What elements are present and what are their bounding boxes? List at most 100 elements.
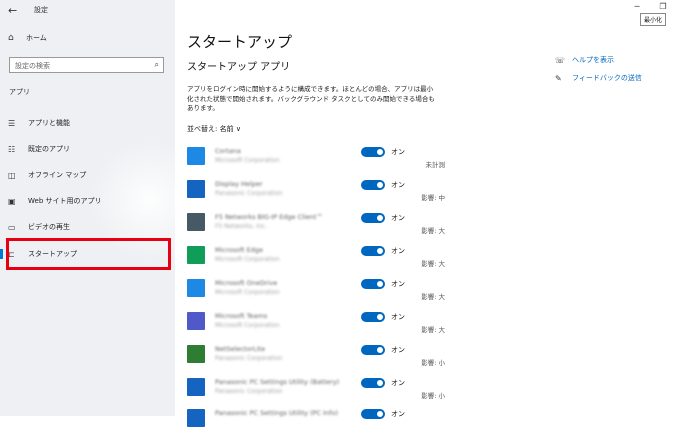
startup-app-row: NetSelectorLite Panasonic Corporation オン… — [187, 341, 445, 373]
startup-toggle[interactable] — [361, 378, 385, 388]
back-arrow-icon[interactable]: ← — [8, 4, 17, 17]
section-label-apps: アプリ — [9, 88, 30, 96]
toggle-state-label: オン — [391, 379, 405, 387]
startup-app-row: Microsoft OneDrive Microsoft Corporation… — [187, 275, 445, 307]
startup-impact: 影響: 小 — [421, 392, 445, 400]
default-apps-icon: ☷ — [8, 144, 16, 154]
section-title: スタートアップ アプリ — [187, 62, 291, 73]
startup-impact: 影響: 大 — [421, 227, 445, 235]
app-publisher: Microsoft Corporation — [215, 157, 280, 164]
app-publisher: Panasonic Corporation — [215, 355, 283, 362]
toggle-state-label: オン — [391, 280, 405, 288]
toggle-state-label: オン — [391, 410, 405, 418]
startup-impact: 影響: 大 — [421, 260, 445, 268]
restore-icon[interactable]: ❐ — [654, 2, 672, 11]
startup-toggle[interactable] — [361, 409, 385, 419]
description-text: アプリをログイン時に開始するように構成できます。ほとんどの場合、アプリは最小化さ… — [187, 85, 435, 112]
startup-impact: 影響: 小 — [421, 359, 445, 367]
search-icon[interactable]: ⌕ — [155, 60, 159, 70]
main-content: ─ ❐ 最小化 スタートアップ スタートアップ アプリ アプリをログイン時に開始… — [175, 0, 700, 427]
startup-app-row: Display Helper Panasonic Corporation オン … — [187, 176, 445, 208]
app-icon — [187, 279, 205, 297]
chevron-down-icon: ∨ — [235, 125, 241, 133]
startup-app-row: Panasonic PC Settings Utility (Battery) … — [187, 374, 445, 406]
startup-toggle[interactable] — [361, 345, 385, 355]
sidebar-item-video-playback[interactable]: ▭ ビデオの再生 — [0, 219, 175, 235]
search-placeholder: 設定の検索 — [15, 62, 50, 70]
app-name: Display Helper — [215, 180, 263, 188]
startup-app-row: Panasonic PC Settings Utility (PC Info) … — [187, 405, 437, 437]
help-link-label: ヘルプを表示 — [572, 56, 614, 64]
app-name: Microsoft Edge — [215, 246, 264, 254]
toggle-state-label: オン — [391, 346, 405, 354]
sidebar-item-apps-features[interactable]: ☰ アプリと機能 — [0, 115, 175, 131]
app-name: Cortana — [215, 147, 241, 155]
app-icon — [187, 180, 205, 198]
window-title: 設定 — [34, 6, 48, 14]
app-publisher: Panasonic Corporation — [215, 190, 283, 197]
app-publisher: Panasonic Corporation — [215, 388, 283, 395]
app-icon — [187, 312, 205, 330]
highlight-box — [6, 238, 171, 270]
minimize-icon[interactable]: ─ — [628, 2, 646, 11]
settings-search-input[interactable]: 設定の検索 ⌕ — [9, 57, 164, 73]
toggle-state-label: オン — [391, 247, 405, 255]
nav-home[interactable]: ⌂ ホーム — [8, 33, 47, 43]
startup-impact: 影響: 大 — [421, 293, 445, 301]
startup-impact: 影響: 中 — [421, 194, 445, 202]
startup-toggle[interactable] — [361, 312, 385, 322]
app-name: Panasonic PC Settings Utility (Battery) — [215, 378, 340, 386]
app-name: F5 Networks BIG-IP Edge Client™ — [215, 213, 323, 221]
app-icon — [187, 246, 205, 264]
app-icon — [187, 147, 205, 165]
sidebar-item-label: Web サイト用のアプリ — [28, 197, 102, 205]
home-icon: ⌂ — [8, 33, 14, 43]
app-name: NetSelectorLite — [215, 345, 266, 353]
sort-value: 名前 — [219, 125, 234, 133]
sidebar-item-label: 既定のアプリ — [28, 145, 70, 153]
sidebar-item-label: オフライン マップ — [28, 171, 87, 179]
app-name: Microsoft Teams — [215, 312, 268, 320]
feedback-icon: ✎ — [555, 73, 562, 83]
toggle-state-label: オン — [391, 148, 405, 156]
startup-app-row: F5 Networks BIG-IP Edge Client™ F5 Netwo… — [187, 209, 445, 241]
app-icon — [187, 345, 205, 363]
startup-app-row: Cortana Microsoft Corporation オン 未計測 — [187, 143, 445, 175]
help-link[interactable]: ☏ ヘルプを表示 — [555, 55, 642, 65]
help-chat-icon: ☏ — [555, 55, 566, 65]
startup-toggle[interactable] — [361, 213, 385, 223]
sidebar: ← 設定 ⌂ ホーム 設定の検索 ⌕ アプリ ☰ アプリと機能 ☷ 既定のアプリ… — [0, 0, 175, 416]
startup-toggle[interactable] — [361, 279, 385, 289]
startup-impact: 未計測 — [425, 161, 446, 169]
startup-toggle[interactable] — [361, 147, 385, 157]
app-publisher: F5 Networks, Inc. — [215, 223, 267, 230]
sidebar-item-label: ビデオの再生 — [28, 223, 70, 231]
startup-impact: 影響: 大 — [421, 326, 445, 334]
video-icon: ▭ — [8, 222, 16, 232]
web-app-icon: ▣ — [8, 196, 16, 206]
sidebar-item-default-apps[interactable]: ☷ 既定のアプリ — [0, 141, 175, 157]
toggle-state-label: オン — [391, 181, 405, 189]
app-icon — [187, 213, 205, 231]
page-title: スタートアップ — [187, 33, 293, 51]
app-icon — [187, 378, 205, 396]
startup-app-row: Microsoft Edge Microsoft Corporation オン … — [187, 242, 445, 274]
app-icon — [187, 409, 205, 427]
app-publisher: Microsoft Corporation — [215, 289, 280, 296]
startup-app-row: Microsoft Teams Microsoft Corporation オン… — [187, 308, 445, 340]
startup-toggle[interactable] — [361, 180, 385, 190]
related-links: ☏ ヘルプを表示 ✎ フィードバックの送信 — [555, 55, 642, 91]
app-name: Microsoft OneDrive — [215, 279, 278, 287]
sidebar-item-web-apps[interactable]: ▣ Web サイト用のアプリ — [0, 193, 175, 209]
toggle-state-label: オン — [391, 214, 405, 222]
title-bar: ← 設定 — [0, 0, 175, 22]
app-publisher: Microsoft Corporation — [215, 322, 280, 329]
feedback-link-label: フィードバックの送信 — [572, 74, 642, 82]
startup-toggle[interactable] — [361, 246, 385, 256]
app-publisher: Microsoft Corporation — [215, 256, 280, 263]
sidebar-item-offline-maps[interactable]: ◫ オフライン マップ — [0, 167, 175, 183]
toggle-state-label: オン — [391, 313, 405, 321]
sort-label: 並べ替え: — [187, 125, 218, 133]
feedback-link[interactable]: ✎ フィードバックの送信 — [555, 73, 642, 83]
sort-dropdown[interactable]: 並べ替え: 名前 ∨ — [187, 124, 241, 134]
